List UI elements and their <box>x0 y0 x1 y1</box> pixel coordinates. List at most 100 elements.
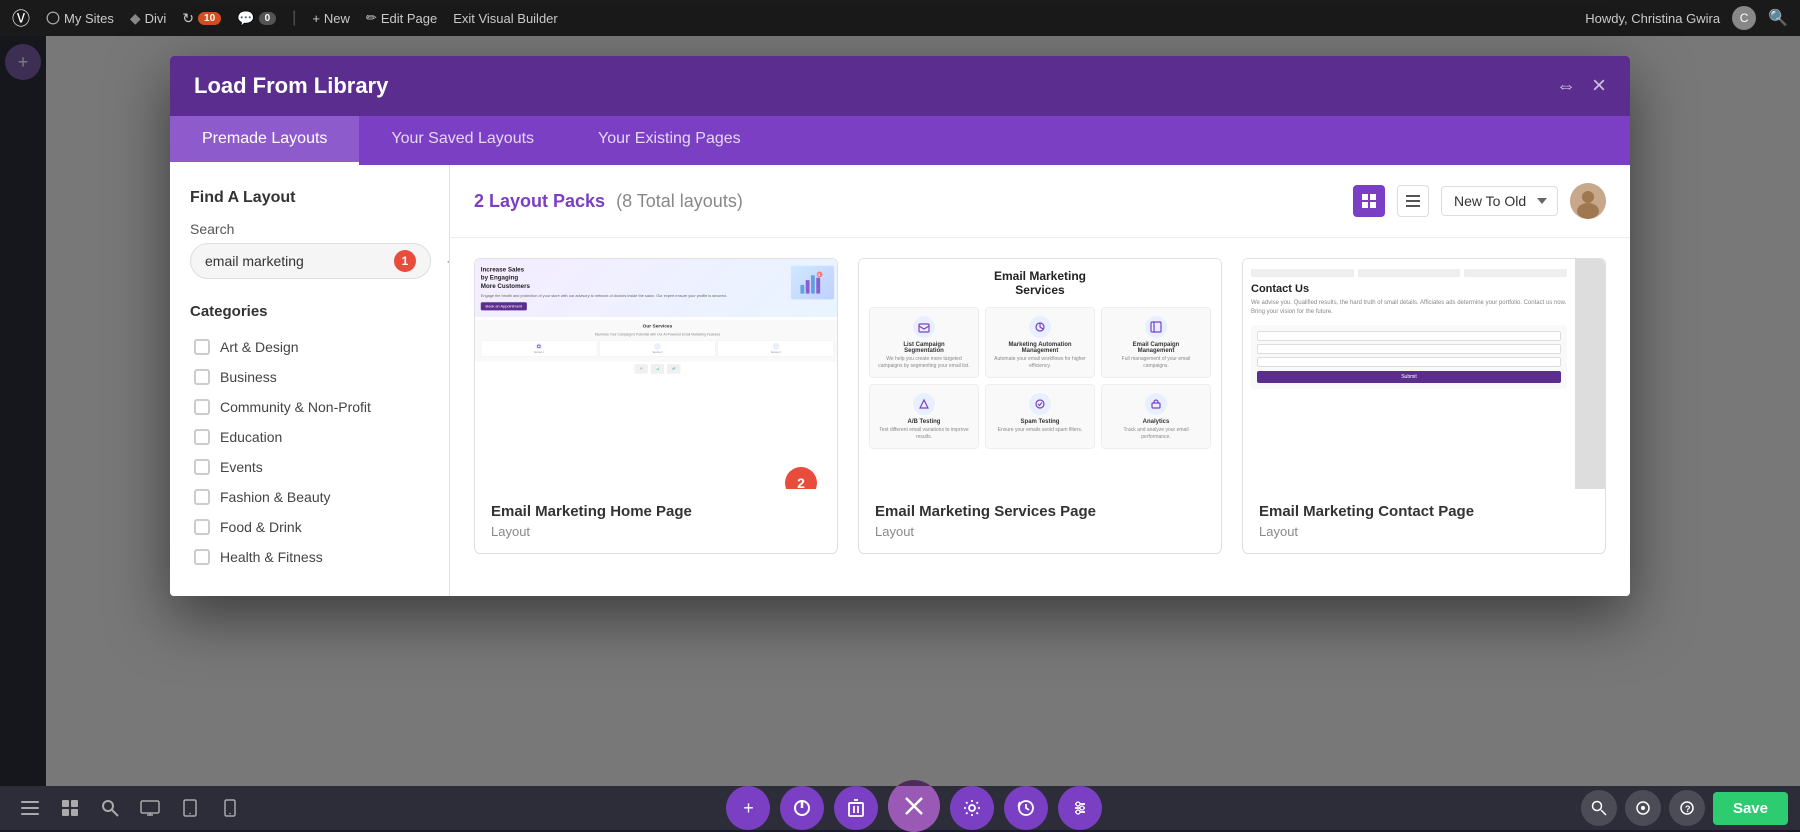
category-health-fitness[interactable]: Health & Fitness <box>190 542 429 572</box>
category-community[interactable]: Community & Non-Profit <box>190 392 429 422</box>
delete-button[interactable] <box>834 786 878 830</box>
layout-card-home[interactable]: Increase Salesby EngagingMore Customers … <box>474 258 838 554</box>
category-label: Health & Fitness <box>220 549 323 565</box>
category-checkbox[interactable] <box>194 339 210 355</box>
bottom-center-tools: + <box>260 784 1569 832</box>
bottom-toolbar: + ? Save <box>0 786 1800 830</box>
grid-view-button[interactable] <box>1353 185 1385 217</box>
comments-menu[interactable]: 💬 0 <box>237 10 276 27</box>
category-label: Education <box>220 429 282 445</box>
search-result-badge: 1 <box>394 250 416 272</box>
new-menu[interactable]: + New <box>312 11 350 26</box>
modal-overlay: Load From Library ⇔ × Premade Layouts Yo… <box>0 36 1800 786</box>
category-events[interactable]: Events <box>190 452 429 482</box>
card-preview-contact: Contact Us We advise you. Qualified resu… <box>1243 259 1605 489</box>
category-checkbox[interactable] <box>194 519 210 535</box>
close-builder-button[interactable] <box>888 780 940 832</box>
card-preview-home: Increase Salesby EngagingMore Customers … <box>475 259 837 489</box>
card-info-contact: Email Marketing Contact Page Layout <box>1243 489 1605 553</box>
categories-title: Categories <box>190 303 429 320</box>
search-tool-button[interactable] <box>92 790 128 826</box>
category-label: Community & Non-Profit <box>220 399 371 415</box>
search-right-button[interactable] <box>1581 790 1617 826</box>
category-food-drink[interactable]: Food & Drink <box>190 512 429 542</box>
card-type: Layout <box>1259 524 1589 539</box>
layout-controls: New To Old Old To New A to Z Z to A <box>1353 183 1606 219</box>
card-type: Layout <box>875 524 1205 539</box>
card-info-services: Email Marketing Services Page Layout <box>859 489 1221 553</box>
add-content-button[interactable]: + <box>726 786 770 830</box>
my-sites-menu[interactable]: My Sites <box>46 11 114 26</box>
search-input-wrapper: 1 <box>190 243 431 279</box>
card-type: Layout <box>491 524 821 539</box>
tab-saved-layouts[interactable]: Your Saved Layouts <box>359 116 566 165</box>
mobile-button[interactable] <box>212 790 248 826</box>
user-avatar[interactable]: C <box>1732 6 1756 30</box>
layout-settings-button[interactable] <box>1058 786 1102 830</box>
wp-logo[interactable]: Ⓥ <box>12 5 30 31</box>
settings-button[interactable] <box>950 786 994 830</box>
layout-card-contact[interactable]: Contact Us We advise you. Qualified resu… <box>1242 258 1606 554</box>
card-name: Email Marketing Services Page <box>875 503 1205 520</box>
menu-button[interactable] <box>12 790 48 826</box>
svg-text:?: ? <box>1685 804 1691 814</box>
bottom-left-tools <box>0 790 260 826</box>
card-info-home: Email Marketing Home Page Layout <box>475 489 837 553</box>
category-checkbox[interactable] <box>194 399 210 415</box>
category-checkbox[interactable] <box>194 369 210 385</box>
sort-select[interactable]: New To Old Old To New A to Z Z to A <box>1441 186 1558 216</box>
filter-button[interactable]: + Filter <box>439 250 450 273</box>
edit-page-link[interactable]: ✏ Edit Page <box>366 10 437 26</box>
layout-grid: Increase Salesby EngagingMore Customers … <box>450 238 1630 596</box>
user-filter-avatar[interactable] <box>1570 183 1606 219</box>
category-checkbox[interactable] <box>194 489 210 505</box>
tab-existing-pages[interactable]: Your Existing Pages <box>566 116 773 165</box>
modal-header: Load From Library ⇔ × <box>170 56 1630 116</box>
admin-bar-right: Howdy, Christina Gwira C 🔍 <box>1585 6 1788 30</box>
tab-premade-layouts[interactable]: Premade Layouts <box>170 116 359 165</box>
admin-bar: Ⓥ My Sites ◆ Divi ↻ 10 💬 0 | + New ✏ Edi… <box>0 0 1800 36</box>
display-button[interactable] <box>132 790 168 826</box>
category-label: Food & Drink <box>220 519 302 535</box>
category-label: Business <box>220 369 277 385</box>
modal-tabs: Premade Layouts Your Saved Layouts Your … <box>170 116 1630 165</box>
updates-badge: 10 <box>198 12 221 25</box>
power-button[interactable] <box>780 786 824 830</box>
search-input[interactable] <box>205 253 386 269</box>
categories-list: Art & Design Business Community & Non-Pr… <box>190 332 429 572</box>
comments-badge: 0 <box>259 12 277 25</box>
card-preview-services: Email MarketingServices List CampaignSeg… <box>859 259 1221 489</box>
find-layout-title: Find A Layout <box>190 189 429 207</box>
save-button[interactable]: Save <box>1713 792 1788 825</box>
close-modal-button[interactable]: × <box>1592 72 1606 100</box>
category-art-design[interactable]: Art & Design <box>190 332 429 362</box>
layout-main-header: 2 Layout Packs (8 Total layouts) New To … <box>450 165 1630 238</box>
updates-menu[interactable]: ↻ 10 <box>182 10 221 27</box>
svg-text:$: $ <box>818 273 820 277</box>
help-button[interactable]: ? <box>1669 790 1705 826</box>
modal-header-actions: ⇔ × <box>1556 72 1606 100</box>
divi-menu[interactable]: ◆ Divi <box>130 10 166 27</box>
category-fashion-beauty[interactable]: Fashion & Beauty <box>190 482 429 512</box>
category-checkbox[interactable] <box>194 459 210 475</box>
history-button[interactable] <box>1004 786 1048 830</box>
category-education[interactable]: Education <box>190 422 429 452</box>
exit-builder-link[interactable]: Exit Visual Builder <box>453 11 558 26</box>
customize-button[interactable] <box>1625 790 1661 826</box>
category-checkbox[interactable] <box>194 429 210 445</box>
tablet-button[interactable] <box>172 790 208 826</box>
card-name: Email Marketing Contact Page <box>1259 503 1589 520</box>
category-label: Art & Design <box>220 339 299 355</box>
category-business[interactable]: Business <box>190 362 429 392</box>
search-container: 1 + Filter <box>190 243 429 279</box>
grid-button[interactable] <box>52 790 88 826</box>
library-modal: Load From Library ⇔ × Premade Layouts Yo… <box>170 56 1630 596</box>
layout-card-services[interactable]: Email MarketingServices List CampaignSeg… <box>858 258 1222 554</box>
list-view-button[interactable] <box>1397 185 1429 217</box>
layout-sidebar: Find A Layout Search 1 + Filter Categori… <box>170 165 450 596</box>
category-checkbox[interactable] <box>194 549 210 565</box>
search-icon[interactable]: 🔍 <box>1768 8 1788 28</box>
modal-title: Load From Library <box>194 73 388 99</box>
modal-body: Find A Layout Search 1 + Filter Categori… <box>170 165 1630 596</box>
adjust-modal-button[interactable]: ⇔ <box>1556 75 1576 98</box>
